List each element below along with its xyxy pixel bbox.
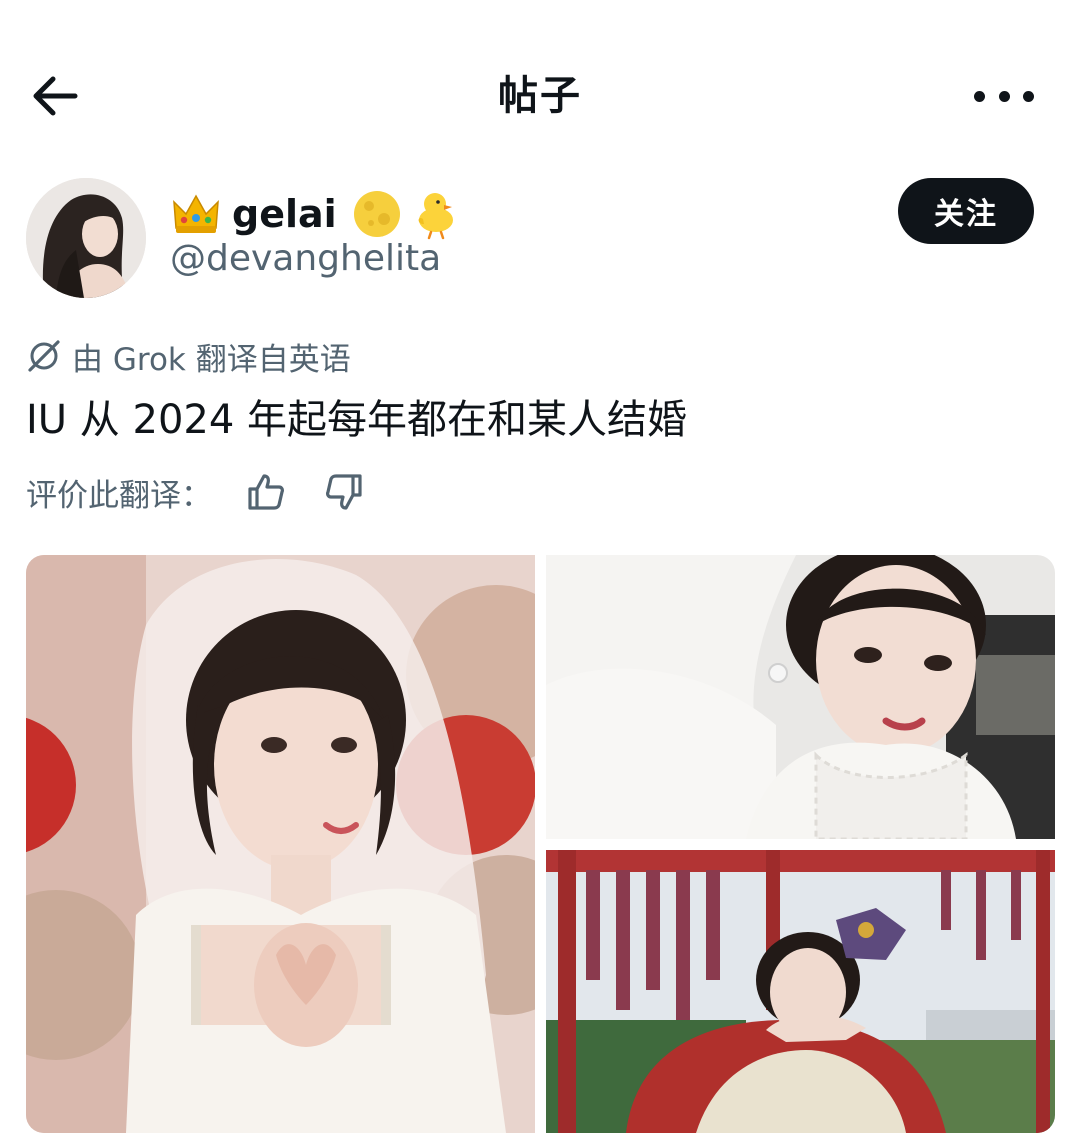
crown-icon	[173, 194, 219, 233]
media-photo-3[interactable]	[546, 850, 1055, 1133]
more-dot-icon	[998, 90, 1010, 102]
more-options-button[interactable]	[974, 78, 1034, 114]
thumbs-down-icon	[326, 474, 362, 510]
chick-icon	[418, 193, 453, 240]
author-avatar[interactable]	[26, 178, 146, 298]
top-bar: 帖子	[0, 0, 1080, 190]
more-dot-icon	[974, 90, 985, 102]
rate-translation-label: 评价此翻译：	[26, 477, 212, 514]
grok-icon	[28, 340, 60, 372]
thumbs-up-icon	[248, 474, 284, 510]
thumbs-down-button[interactable]	[320, 468, 368, 516]
media-photo-1[interactable]	[26, 555, 535, 1133]
rate-translation-row: 评价此翻译：	[26, 468, 368, 516]
translation-source-label: 由 Grok 翻译自英语	[72, 341, 351, 378]
translation-note: 由 Grok 翻译自英语	[26, 334, 351, 378]
author-display-name: gelai	[232, 192, 337, 236]
post-page: 帖子 gelai @devanghelita 关注 由 Grok 翻译自英语 I…	[0, 0, 1080, 1143]
media-grid	[26, 555, 1056, 1135]
page-title: 帖子	[498, 73, 582, 119]
author-name-row[interactable]: gelai	[170, 186, 461, 242]
media-photo-2[interactable]	[546, 555, 1055, 839]
author-handle[interactable]: @devanghelita	[170, 238, 441, 279]
follow-button[interactable]: 关注	[898, 178, 1034, 244]
post-text: IU 从 2024 年起每年都在和某人结婚	[26, 397, 688, 443]
more-dot-icon	[1023, 90, 1034, 102]
thumbs-up-button[interactable]	[242, 468, 290, 516]
full-moon-icon	[353, 191, 400, 237]
